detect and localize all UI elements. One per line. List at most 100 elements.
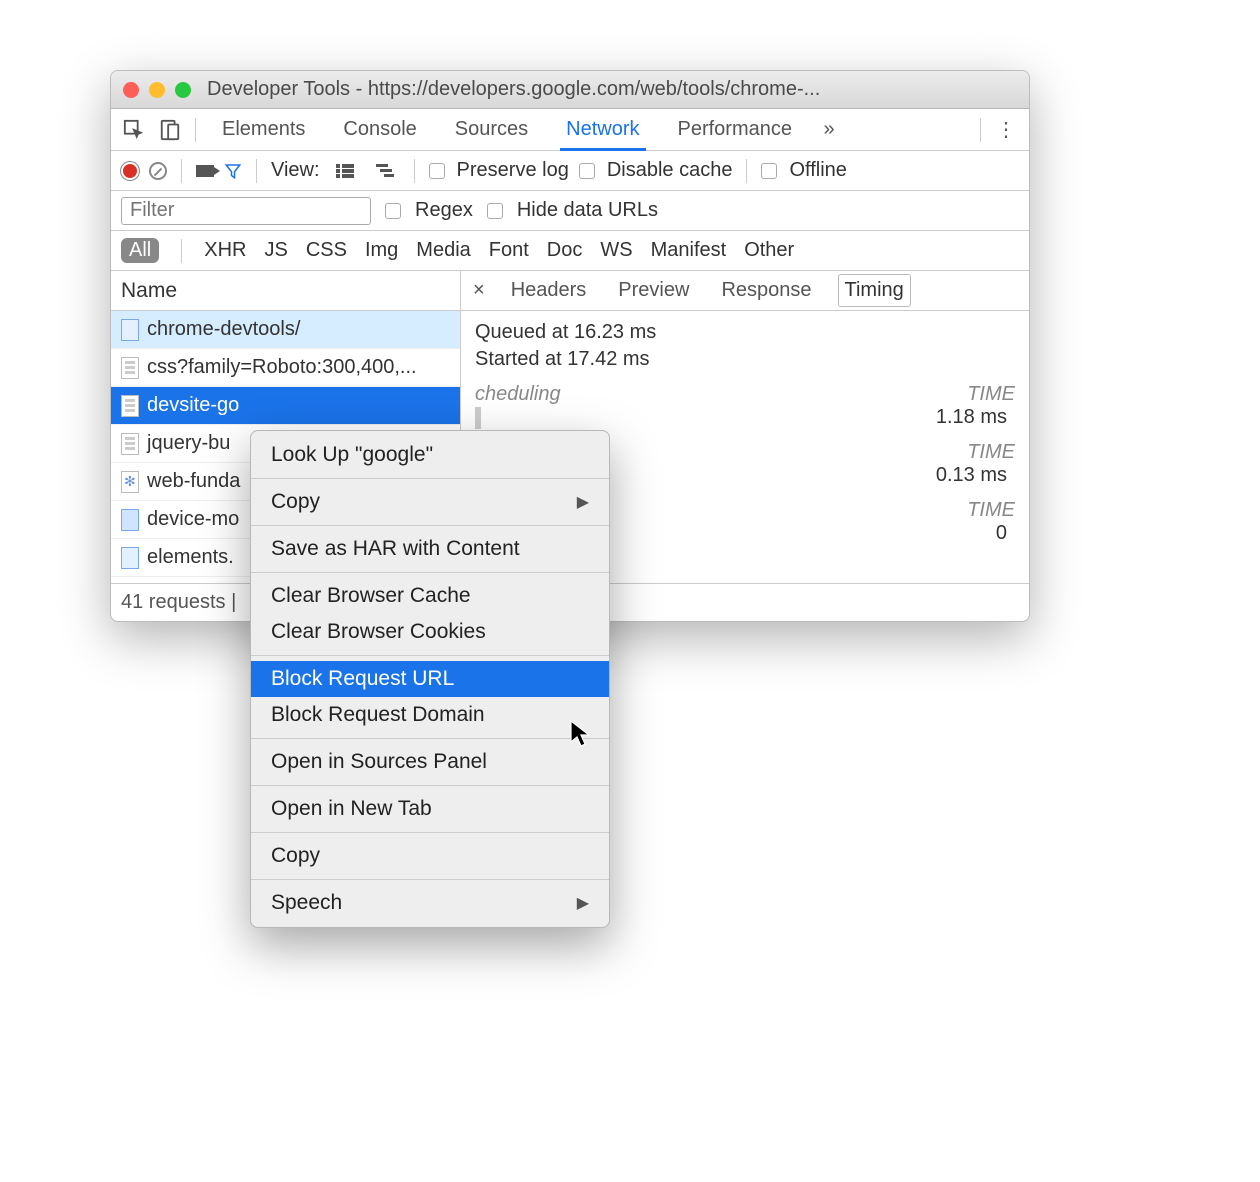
submenu-arrow-icon: ▶ — [577, 893, 589, 913]
toggle-device-icon[interactable] — [155, 115, 185, 145]
tabs-overflow-button[interactable]: » — [814, 118, 844, 141]
close-detail-icon[interactable]: × — [473, 279, 485, 302]
devtools-tabbar: Elements Console Sources Network Perform… — [111, 109, 1029, 151]
context-menu-item[interactable]: Block Request Domain — [251, 697, 609, 733]
file-icon — [121, 357, 139, 379]
request-name: jquery-bu — [147, 432, 230, 455]
view-label: View: — [271, 159, 320, 182]
detail-tab-headers[interactable]: Headers — [505, 275, 593, 306]
type-media[interactable]: Media — [416, 239, 470, 262]
view-waterfall-icon[interactable] — [370, 156, 400, 186]
tab-elements[interactable]: Elements — [206, 109, 321, 150]
request-name: web-funda — [147, 470, 240, 493]
type-manifest[interactable]: Manifest — [651, 239, 727, 262]
type-js[interactable]: JS — [264, 239, 287, 262]
context-menu-label: Clear Browser Cookies — [271, 620, 486, 644]
disable-cache-checkbox[interactable] — [579, 163, 595, 179]
hide-data-urls-checkbox[interactable] — [487, 203, 503, 219]
request-name: device-mo — [147, 508, 239, 531]
view-large-icon[interactable] — [330, 156, 360, 186]
filter-input[interactable] — [121, 197, 371, 225]
preserve-log-checkbox[interactable] — [429, 163, 445, 179]
tab-network[interactable]: Network — [550, 109, 655, 150]
type-filter-bar: All XHR JS CSS Img Media Font Doc WS Man… — [111, 231, 1029, 271]
file-icon — [121, 471, 139, 493]
detail-tab-preview[interactable]: Preview — [612, 275, 695, 306]
minimize-window-button[interactable] — [149, 82, 165, 98]
separator — [195, 118, 196, 142]
context-menu-label: Speech — [271, 891, 342, 915]
name-column-header[interactable]: Name — [111, 271, 460, 311]
file-icon — [121, 433, 139, 455]
capture-screenshot-icon[interactable] — [196, 165, 214, 177]
traffic-lights — [123, 82, 191, 98]
file-icon — [121, 547, 139, 569]
file-icon — [121, 319, 139, 341]
menu-separator — [251, 525, 609, 526]
context-menu-item[interactable]: Copy ▶ — [251, 484, 609, 520]
menu-separator — [251, 785, 609, 786]
context-menu[interactable]: Look Up "google" Copy ▶ Save as HAR with Co… — [250, 430, 610, 928]
network-toolbar: View: Preserve log Disable cache Offline — [111, 151, 1029, 191]
context-menu-item[interactable]: Speech ▶ — [251, 885, 609, 921]
offline-checkbox[interactable] — [761, 163, 777, 179]
detail-tab-response[interactable]: Response — [715, 275, 817, 306]
submenu-arrow-icon: ▶ — [577, 492, 589, 512]
menu-separator — [251, 832, 609, 833]
context-menu-label: Copy — [271, 490, 320, 514]
detail-tab-timing[interactable]: Timing — [838, 274, 911, 307]
regex-label: Regex — [415, 199, 473, 222]
detail-tabbar: × Headers Preview Response Timing — [461, 271, 1029, 311]
titlebar: Developer Tools - https://developers.goo… — [111, 71, 1029, 109]
context-menu-item[interactable]: Open in Sources Panel — [251, 744, 609, 780]
type-xhr[interactable]: XHR — [204, 239, 246, 262]
context-menu-label: Clear Browser Cache — [271, 584, 471, 608]
request-row[interactable]: devsite-go — [111, 387, 460, 425]
context-menu-item[interactable]: Copy — [251, 838, 609, 874]
context-menu-item[interactable]: Open in New Tab — [251, 791, 609, 827]
tab-sources[interactable]: Sources — [439, 109, 544, 150]
regex-checkbox[interactable] — [385, 203, 401, 219]
menu-separator — [251, 655, 609, 656]
clear-icon[interactable] — [149, 162, 167, 180]
context-menu-item[interactable]: Block Request URL — [251, 661, 609, 697]
context-menu-item[interactable]: Save as HAR with Content — [251, 531, 609, 567]
separator — [746, 159, 747, 183]
timing-section-title: cheduling — [475, 383, 561, 406]
context-menu-item[interactable]: Clear Browser Cache — [251, 578, 609, 614]
separator — [181, 239, 182, 263]
context-menu-label: Open in New Tab — [271, 797, 432, 821]
type-doc[interactable]: Doc — [547, 239, 583, 262]
file-icon — [121, 509, 139, 531]
request-row[interactable]: chrome-devtools/ — [111, 311, 460, 349]
context-menu-label: Save as HAR with Content — [271, 537, 520, 561]
type-css[interactable]: CSS — [306, 239, 347, 262]
zoom-window-button[interactable] — [175, 82, 191, 98]
context-menu-label: Open in Sources Panel — [271, 750, 487, 774]
timing-time-label: TIME — [967, 499, 1015, 522]
context-menu-item[interactable]: Look Up "google" — [251, 437, 609, 473]
type-img[interactable]: Img — [365, 239, 398, 262]
type-font[interactable]: Font — [489, 239, 529, 262]
context-menu-item[interactable]: Clear Browser Cookies — [251, 614, 609, 650]
timing-value: 0.13 ms — [936, 464, 1007, 487]
inspect-element-icon[interactable] — [119, 115, 149, 145]
context-menu-label: Copy — [271, 844, 320, 868]
record-icon[interactable] — [121, 162, 139, 180]
menu-separator — [251, 478, 609, 479]
close-window-button[interactable] — [123, 82, 139, 98]
context-menu-label: Block Request Domain — [271, 703, 485, 727]
menu-separator — [251, 572, 609, 573]
menu-separator — [251, 879, 609, 880]
timing-started: Started at 17.42 ms — [475, 348, 1015, 371]
type-other[interactable]: Other — [744, 239, 794, 262]
type-ws[interactable]: WS — [600, 239, 632, 262]
tab-console[interactable]: Console — [327, 109, 432, 150]
request-row[interactable]: css?family=Roboto:300,400,... — [111, 349, 460, 387]
tab-performance[interactable]: Performance — [662, 109, 809, 150]
devtools-menu-icon[interactable]: ⋮ — [991, 117, 1021, 142]
separator — [414, 159, 415, 183]
filter-toggle-icon[interactable] — [224, 162, 242, 180]
offline-label: Offline — [789, 159, 846, 182]
type-all-pill[interactable]: All — [121, 238, 159, 263]
